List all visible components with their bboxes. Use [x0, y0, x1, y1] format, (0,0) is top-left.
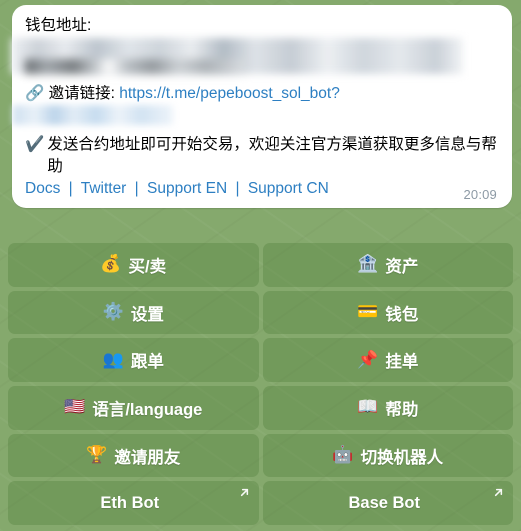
- keyboard-row: ⚙️ 设置 💳 钱包: [8, 290, 513, 335]
- keyboard-button-[interactable]: 🤖 切换机器人: [262, 433, 513, 478]
- keyboard-button-[interactable]: ⚙️ 设置: [8, 290, 259, 335]
- keyboard-button-label: 设置: [130, 305, 164, 324]
- notice-text: 发送合约地址即可开始交易，欢迎关注官方渠道获取更多信息与帮助: [47, 136, 497, 175]
- keyboard-button-label: 资产: [385, 257, 419, 276]
- invite-link-label: 邀请链接:: [48, 85, 115, 102]
- keyboard-button-[interactable]: 💰 买/卖: [8, 243, 259, 287]
- trophy-icon: 🏆: [86, 445, 108, 466]
- credit-card-icon: 💳: [357, 302, 379, 322]
- us-flag-icon: 🇺🇸: [64, 397, 86, 418]
- link-separator: |: [235, 180, 240, 197]
- message-timestamp: 20:09: [463, 187, 497, 202]
- keyboard-button-[interactable]: 📌 挂单: [262, 338, 513, 383]
- keyboard-button-label: 邀请朋友: [114, 448, 181, 467]
- keyboard-row: 🇺🇸 语言/language 📖 帮助: [8, 386, 513, 430]
- keyboard-button-label: 买/卖: [128, 257, 167, 276]
- keyboard-row: 🏆 邀请朋友 🤖 切换机器人: [8, 433, 513, 478]
- keyboard-button-label: Base Bot: [348, 493, 421, 512]
- bot-message-bubble: 钱包地址: 🔗 邀请链接: https://t.me/pepeboost_sol…: [11, 5, 512, 208]
- keyboard-button-label: Eth Bot: [100, 493, 160, 512]
- bank-icon: 🏦: [357, 254, 379, 275]
- keyboard-row: 💰 买/卖 🏦 资产: [8, 243, 513, 287]
- link-separator: |: [134, 180, 139, 197]
- keyboard-button-language[interactable]: 🇺🇸 语言/language: [8, 386, 259, 430]
- keyboard-button-base-bot[interactable]: Base Bot: [262, 481, 513, 526]
- keyboard-button-eth-bot[interactable]: Eth Bot: [8, 481, 259, 526]
- gear-icon: ⚙️: [102, 302, 124, 322]
- people-icon: 👥: [102, 349, 124, 370]
- docs-link[interactable]: Docs: [25, 180, 60, 197]
- keyboard-button-[interactable]: 🏦 资产: [262, 243, 513, 287]
- pushpin-icon: 📌: [357, 349, 379, 370]
- open-book-icon: 📖: [357, 397, 379, 418]
- keyboard-button-[interactable]: 👥 跟单: [8, 338, 259, 383]
- keyboard-button-[interactable]: 🏆 邀请朋友: [8, 433, 259, 478]
- link-icon: 🔗: [25, 85, 45, 102]
- telegram-chat-screen: 钱包地址: 🔗 邀请链接: https://t.me/pepeboost_sol…: [0, 0, 521, 531]
- check-mark-icon: ✔️: [25, 136, 45, 153]
- keyboard-button-label: 挂单: [385, 353, 419, 372]
- footer-links: Docs | Twitter | Support EN | Support CN: [25, 178, 499, 200]
- keyboard-button-[interactable]: 📖 帮助: [262, 386, 513, 430]
- notice-line: ✔️ 发送合约地址即可开始交易，欢迎关注官方渠道获取更多信息与帮助: [25, 134, 499, 178]
- keyboard-button-[interactable]: 💳 钱包: [262, 290, 513, 335]
- keyboard-button-label: 语言/language: [92, 400, 203, 419]
- keyboard-row: Eth Bot Base Bot: [8, 481, 513, 526]
- invite-link-url[interactable]: https://t.me/pepeboost_sol_bot?: [119, 85, 340, 102]
- wallet-address-label: 钱包地址:: [25, 17, 92, 34]
- link-separator: |: [68, 180, 73, 197]
- wallet-address-redacted: [11, 38, 463, 74]
- money-bag-icon: 💰: [100, 254, 122, 275]
- reply-keyboard: 💰 买/卖 🏦 资产 ⚙️ 设置 💳 钱包 👥 跟单 📌 挂单 🇺🇸 语言/language 📖 帮助 🏆 邀请朋…: [0, 243, 521, 531]
- keyboard-button-label: 切换机器人: [360, 448, 444, 467]
- support-cn-link[interactable]: Support CN: [248, 180, 329, 197]
- invite-link-redacted: [13, 105, 173, 125]
- keyboard-row: 👥 跟单 📌 挂单: [8, 338, 513, 383]
- invite-link-line: 🔗 邀请链接: https://t.me/pepeboost_sol_bot?: [25, 83, 499, 105]
- robot-icon: 🤖: [332, 445, 354, 466]
- keyboard-button-label: 帮助: [385, 400, 419, 419]
- keyboard-button-label: 钱包: [385, 305, 419, 324]
- support-en-link[interactable]: Support EN: [147, 180, 227, 197]
- keyboard-button-label: 跟单: [130, 353, 164, 372]
- twitter-link[interactable]: Twitter: [81, 180, 127, 197]
